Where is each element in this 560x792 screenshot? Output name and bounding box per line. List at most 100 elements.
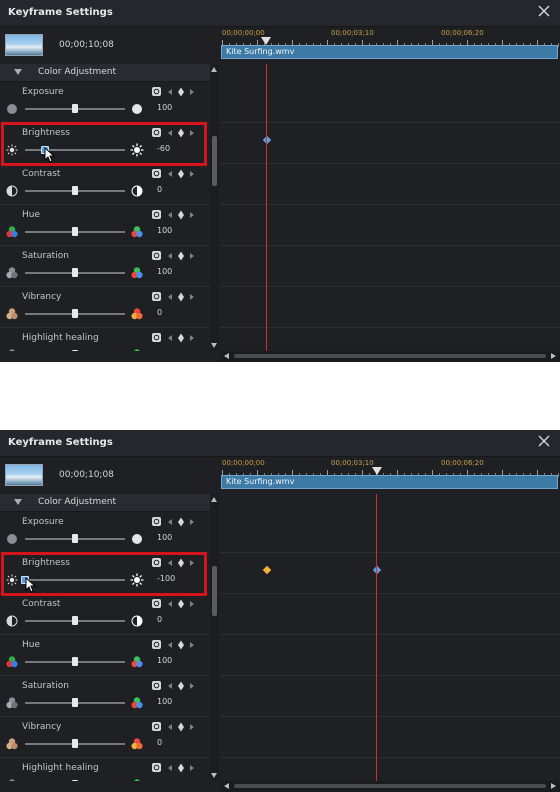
timeline-row[interactable] bbox=[220, 635, 560, 676]
keyframe-controls[interactable] bbox=[152, 86, 198, 98]
timeline-row[interactable] bbox=[220, 717, 560, 758]
timeline-row[interactable] bbox=[220, 164, 560, 205]
highlight-high-icon bbox=[134, 349, 140, 351]
slider-thumb[interactable] bbox=[72, 616, 78, 625]
scroll-right-icon[interactable] bbox=[551, 353, 556, 359]
vertical-scrollbar[interactable] bbox=[210, 494, 219, 781]
exposure-high-icon bbox=[132, 534, 142, 544]
timeline-row[interactable] bbox=[220, 553, 560, 594]
scroll-up-icon[interactable] bbox=[211, 67, 217, 72]
slider-thumb[interactable] bbox=[72, 186, 78, 195]
slider-thumb[interactable] bbox=[72, 739, 78, 748]
scroll-left-icon[interactable] bbox=[224, 783, 229, 789]
clip-track[interactable]: Kite Surfing.wmv bbox=[221, 45, 558, 59]
slider-thumb[interactable] bbox=[72, 534, 78, 543]
slider-thumb[interactable] bbox=[72, 780, 78, 781]
horizontal-scrollbar[interactable] bbox=[220, 781, 560, 792]
scroll-right-icon[interactable] bbox=[551, 783, 556, 789]
param-value: 0 bbox=[157, 308, 163, 317]
add-keyframe-icon bbox=[178, 210, 184, 220]
keyframe-controls[interactable] bbox=[152, 209, 198, 221]
scroll-down-icon[interactable] bbox=[211, 773, 217, 778]
prev-keyframe-icon bbox=[168, 335, 172, 341]
scroll-up-icon[interactable] bbox=[211, 497, 217, 502]
keyframe-controls[interactable] bbox=[152, 332, 198, 344]
collapse-arrow-icon[interactable] bbox=[14, 499, 22, 505]
clip-timecode: 00;00;10;08 bbox=[59, 470, 114, 480]
section-header[interactable]: Color Adjustment bbox=[0, 494, 210, 512]
keyframe-controls[interactable] bbox=[152, 598, 198, 610]
timeline-row[interactable] bbox=[220, 594, 560, 635]
param-row: Contrast 0 bbox=[0, 594, 210, 635]
vertical-scrollbar[interactable] bbox=[210, 64, 219, 351]
reset-icon bbox=[152, 681, 161, 690]
keyframe-controls[interactable] bbox=[152, 168, 198, 180]
timeline-row[interactable] bbox=[220, 123, 560, 164]
playhead-handle[interactable] bbox=[261, 37, 271, 45]
slider-thumb[interactable] bbox=[72, 657, 78, 666]
slider-thumb[interactable] bbox=[72, 104, 78, 113]
keyframe-timeline[interactable] bbox=[220, 494, 560, 786]
close-icon[interactable] bbox=[536, 3, 552, 19]
reset-icon bbox=[152, 517, 161, 526]
contrast-low-icon bbox=[6, 185, 18, 197]
keyframe-controls[interactable] bbox=[152, 291, 198, 303]
close-icon[interactable] bbox=[536, 433, 552, 449]
exposure-low-icon bbox=[7, 104, 17, 114]
add-keyframe-icon bbox=[178, 87, 184, 97]
collapse-arrow-icon[interactable] bbox=[14, 69, 22, 75]
param-row: Exposure 100 bbox=[0, 512, 210, 553]
horizontal-scrollbar[interactable] bbox=[220, 351, 560, 362]
prev-keyframe-icon bbox=[168, 765, 172, 771]
timeline-row[interactable] bbox=[220, 82, 560, 123]
param-value: 0 bbox=[157, 738, 163, 747]
prev-keyframe-icon bbox=[168, 253, 172, 259]
slider-thumb[interactable] bbox=[72, 227, 78, 236]
keyframe-controls[interactable] bbox=[152, 516, 198, 528]
keyframe-controls[interactable] bbox=[152, 762, 198, 774]
clip-track[interactable]: Kite Surfing.wmv bbox=[221, 475, 558, 489]
param-value: 100 bbox=[157, 103, 173, 112]
scroll-thumb[interactable] bbox=[234, 354, 546, 358]
hue-low-icon bbox=[6, 226, 18, 238]
timeline-row[interactable] bbox=[220, 676, 560, 717]
param-name: Vibrancy bbox=[22, 292, 62, 302]
scroll-thumb[interactable] bbox=[212, 136, 217, 186]
scroll-thumb[interactable] bbox=[234, 784, 546, 788]
keyframe-settings-panel-1: Keyframe Settings 00;00;10;08 00;00;00;0… bbox=[0, 0, 560, 362]
scroll-thumb[interactable] bbox=[212, 566, 217, 616]
scroll-down-icon[interactable] bbox=[211, 343, 217, 348]
slider-thumb[interactable] bbox=[72, 309, 78, 318]
playhead-handle[interactable] bbox=[372, 467, 382, 475]
slider-thumb[interactable] bbox=[72, 350, 78, 351]
slider-thumb[interactable] bbox=[72, 698, 78, 707]
keyframe-controls[interactable] bbox=[152, 639, 198, 651]
prev-keyframe-icon bbox=[168, 89, 172, 95]
add-keyframe-icon bbox=[178, 517, 184, 527]
keyframe-settings-panel-2: Keyframe Settings 00;00;10;08 00;00;00;0… bbox=[0, 430, 560, 792]
timeline-row[interactable] bbox=[220, 205, 560, 246]
param-name: Highlight healing bbox=[22, 333, 99, 343]
param-row: Hue 100 bbox=[0, 205, 210, 246]
scroll-left-icon[interactable] bbox=[224, 353, 229, 359]
add-keyframe-icon bbox=[178, 681, 184, 691]
slider-thumb[interactable] bbox=[72, 268, 78, 277]
timeline-row[interactable] bbox=[220, 246, 560, 287]
keyframe-controls[interactable] bbox=[152, 680, 198, 692]
timeline-row[interactable] bbox=[220, 512, 560, 553]
keyframe-timeline[interactable] bbox=[220, 64, 560, 356]
hue-low-icon bbox=[6, 656, 18, 668]
keyframe-controls[interactable] bbox=[152, 250, 198, 262]
next-keyframe-icon bbox=[190, 765, 194, 771]
timeline-row[interactable] bbox=[220, 287, 560, 328]
param-row: Saturation 100 bbox=[0, 676, 210, 717]
keyframe-controls[interactable] bbox=[152, 721, 198, 733]
next-keyframe-icon bbox=[190, 724, 194, 730]
section-header[interactable]: Color Adjustment bbox=[0, 64, 210, 82]
vibrancy-high-icon bbox=[131, 738, 143, 750]
hue-high-icon bbox=[131, 656, 143, 668]
next-keyframe-icon bbox=[190, 601, 194, 607]
param-row: Contrast 0 bbox=[0, 164, 210, 205]
prev-keyframe-icon bbox=[168, 171, 172, 177]
vibrancy-high-icon bbox=[131, 308, 143, 320]
